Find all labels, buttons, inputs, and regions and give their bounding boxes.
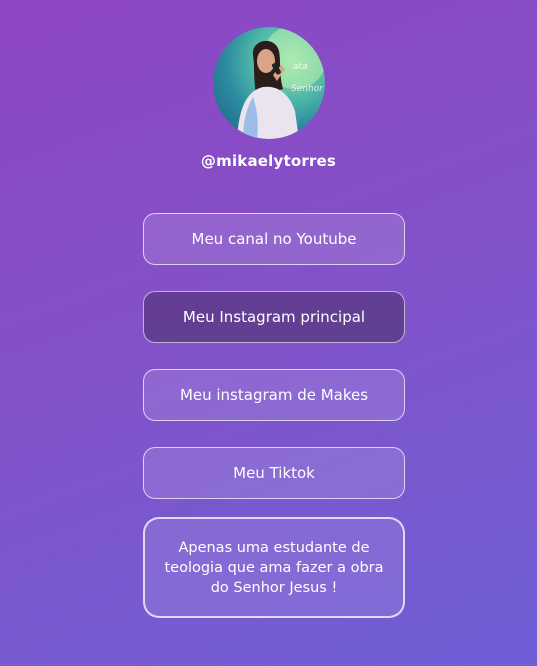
avatar[interactable]: ata Senhor [212, 27, 325, 139]
avatar-photo-icon: ata Senhor [236, 27, 325, 139]
profile-header: ata Senhor @mikaelytorres [0, 27, 537, 170]
bio-box: Apenas uma estudante de teologia que ama… [143, 517, 405, 618]
svg-text:ata: ata [293, 62, 308, 72]
link-button-instagram-main[interactable]: Meu Instagram principal [143, 291, 405, 343]
link-button-youtube[interactable]: Meu canal no Youtube [143, 213, 405, 265]
link-button-tiktok[interactable]: Meu Tiktok [143, 447, 405, 499]
bio-text: Apenas uma estudante de teologia que ama… [164, 539, 384, 596]
profile-handle: @mikaelytorres [200, 152, 337, 170]
link-button-instagram-makes[interactable]: Meu instagram de Makes [143, 369, 405, 421]
link-list: Meu canal no Youtube Meu Instagram princ… [143, 213, 405, 525]
svg-text:Senhor: Senhor [291, 84, 324, 94]
